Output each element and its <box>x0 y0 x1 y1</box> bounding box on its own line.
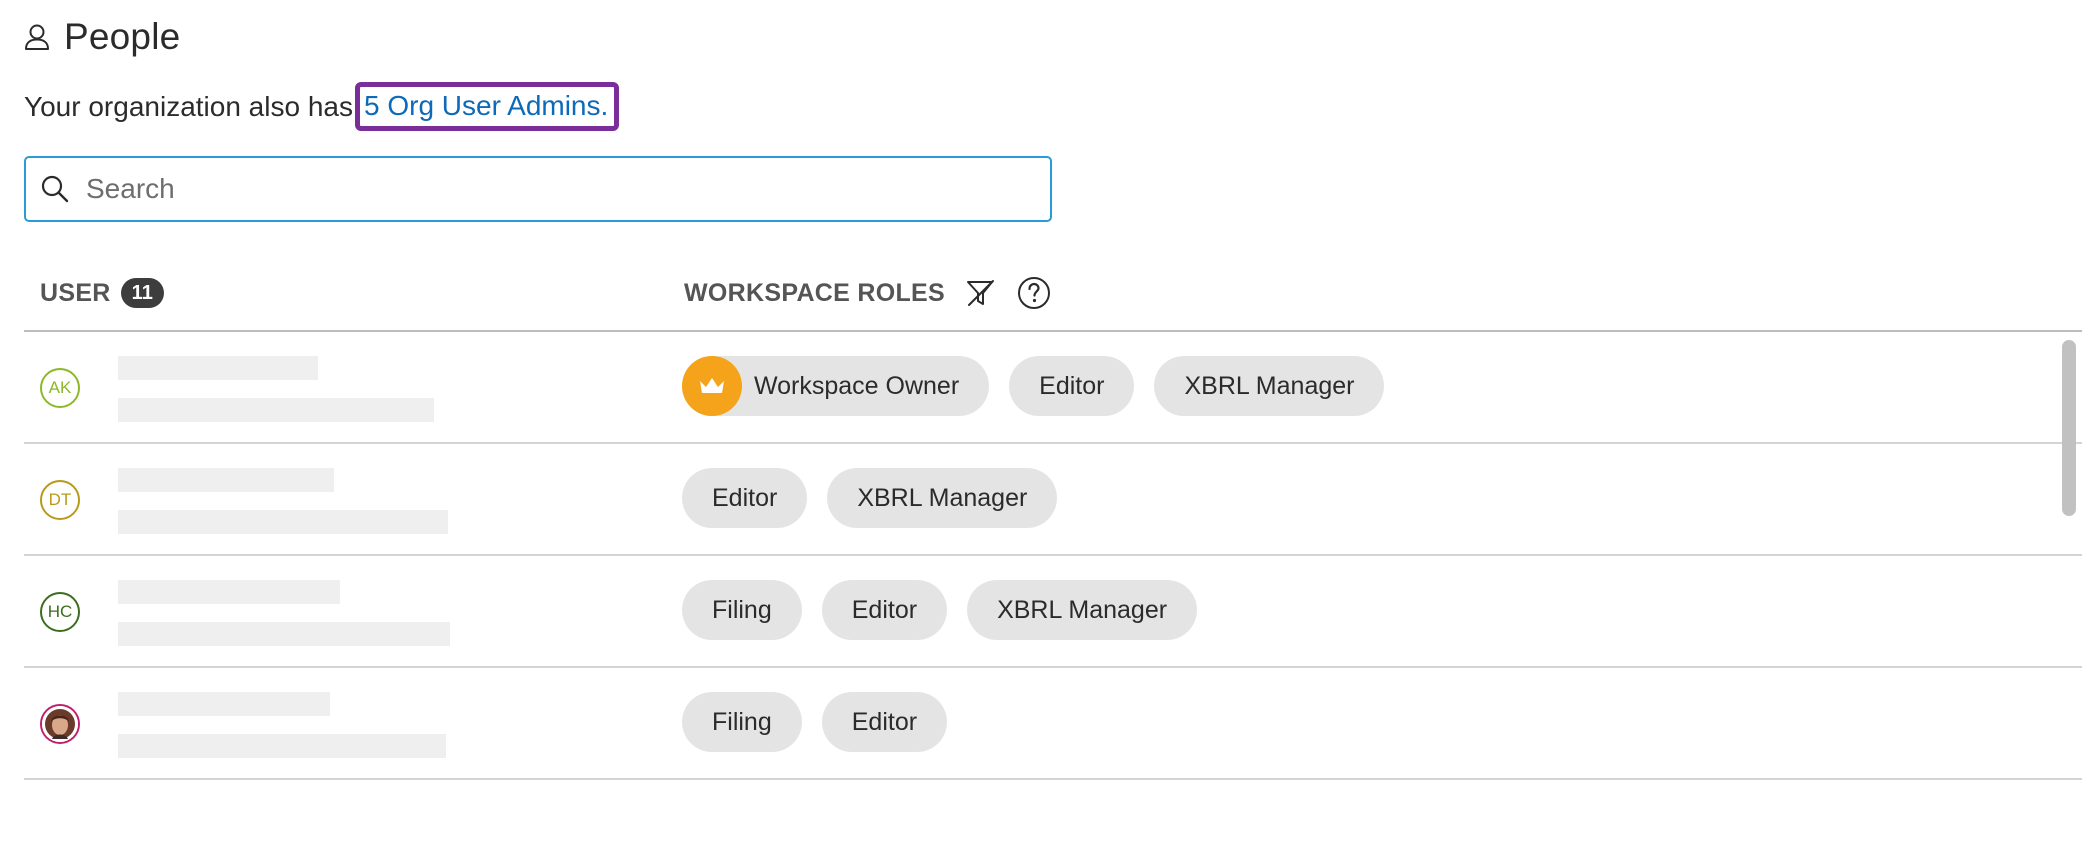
role-chip[interactable]: Workspace Owner <box>682 356 990 416</box>
name-placeholder <box>118 580 340 604</box>
user-count-badge: 11 <box>120 278 164 308</box>
user-column-header[interactable]: USER 11 <box>40 278 164 308</box>
user-list: AK Workspace Owner Editor XBRL Manager D… <box>24 332 2082 780</box>
avatar-initials: HC <box>47 602 73 621</box>
search-input[interactable] <box>84 172 1050 206</box>
help-icon[interactable] <box>1017 276 1051 310</box>
roles-column-header: WORKSPACE ROLES <box>684 276 1051 310</box>
page-title: People <box>64 16 181 57</box>
page-header: People <box>24 16 180 58</box>
role-label: XBRL Manager <box>997 595 1168 624</box>
org-admins-notice: Your organization also has 5 Org User Ad… <box>24 82 620 131</box>
email-placeholder <box>118 734 446 758</box>
role-chip[interactable]: Editor <box>821 692 948 752</box>
avatar-photo <box>40 704 80 744</box>
user-column-label: USER <box>40 278 111 307</box>
roles-column-label: WORKSPACE ROLES <box>684 278 945 307</box>
user-photo-icon <box>42 706 78 742</box>
scrollbar-thumb[interactable] <box>2062 340 2076 516</box>
role-chip[interactable]: XBRL Manager <box>967 580 1198 640</box>
avatar: AK <box>40 368 80 408</box>
email-placeholder <box>118 510 448 534</box>
person-icon <box>24 23 50 51</box>
role-chip[interactable]: XBRL Manager <box>1154 356 1385 416</box>
table-row[interactable]: AK Workspace Owner Editor XBRL Manager <box>24 332 2082 444</box>
avatar-initials: AK <box>48 378 72 397</box>
name-placeholder <box>118 692 330 716</box>
role-label: Filing <box>712 707 772 736</box>
avatar: DT <box>40 480 80 520</box>
table-header: USER 11 WORKSPACE ROLES <box>24 272 2082 332</box>
role-label: Editor <box>851 707 918 736</box>
role-list: Editor XBRL Manager <box>682 468 1058 528</box>
role-list: Workspace Owner Editor XBRL Manager <box>682 356 1385 416</box>
people-page: People Your organization also has 5 Org … <box>0 0 2100 850</box>
role-list: Filing Editor XBRL Manager <box>682 580 1198 640</box>
search-box[interactable] <box>24 156 1052 222</box>
table-row[interactable]: HC Filing Editor XBRL Manager <box>24 556 2082 668</box>
role-list: Filing Editor <box>682 692 948 752</box>
role-label: XBRL Manager <box>857 483 1028 512</box>
name-placeholder <box>118 468 334 492</box>
table-row[interactable]: DT Editor XBRL Manager <box>24 444 2082 556</box>
avatar: HC <box>40 592 80 632</box>
email-placeholder <box>118 398 434 422</box>
role-chip[interactable]: Filing <box>682 692 802 752</box>
name-placeholder <box>118 356 318 380</box>
avatar-initials: DT <box>48 490 72 509</box>
email-placeholder <box>118 622 450 646</box>
role-chip[interactable]: Editor <box>1009 356 1135 416</box>
role-label: Workspace Owner <box>754 371 960 400</box>
role-chip[interactable]: XBRL Manager <box>827 468 1058 528</box>
role-label: XBRL Manager <box>1184 371 1355 400</box>
crown-icon <box>682 356 742 416</box>
org-user-admins-link[interactable]: 5 Org User Admins. <box>354 82 620 131</box>
filter-off-icon[interactable] <box>965 277 997 309</box>
role-chip[interactable]: Editor <box>821 580 948 640</box>
role-label: Editor <box>851 595 918 624</box>
table-row[interactable]: Filing Editor <box>24 668 2082 780</box>
role-label: Editor <box>1039 371 1105 400</box>
role-label: Filing <box>712 595 772 624</box>
role-chip[interactable]: Editor <box>682 468 808 528</box>
search-icon <box>40 174 70 204</box>
role-chip[interactable]: Filing <box>682 580 802 640</box>
org-admins-text: Your organization also has <box>24 90 353 122</box>
role-label: Editor <box>712 483 778 512</box>
